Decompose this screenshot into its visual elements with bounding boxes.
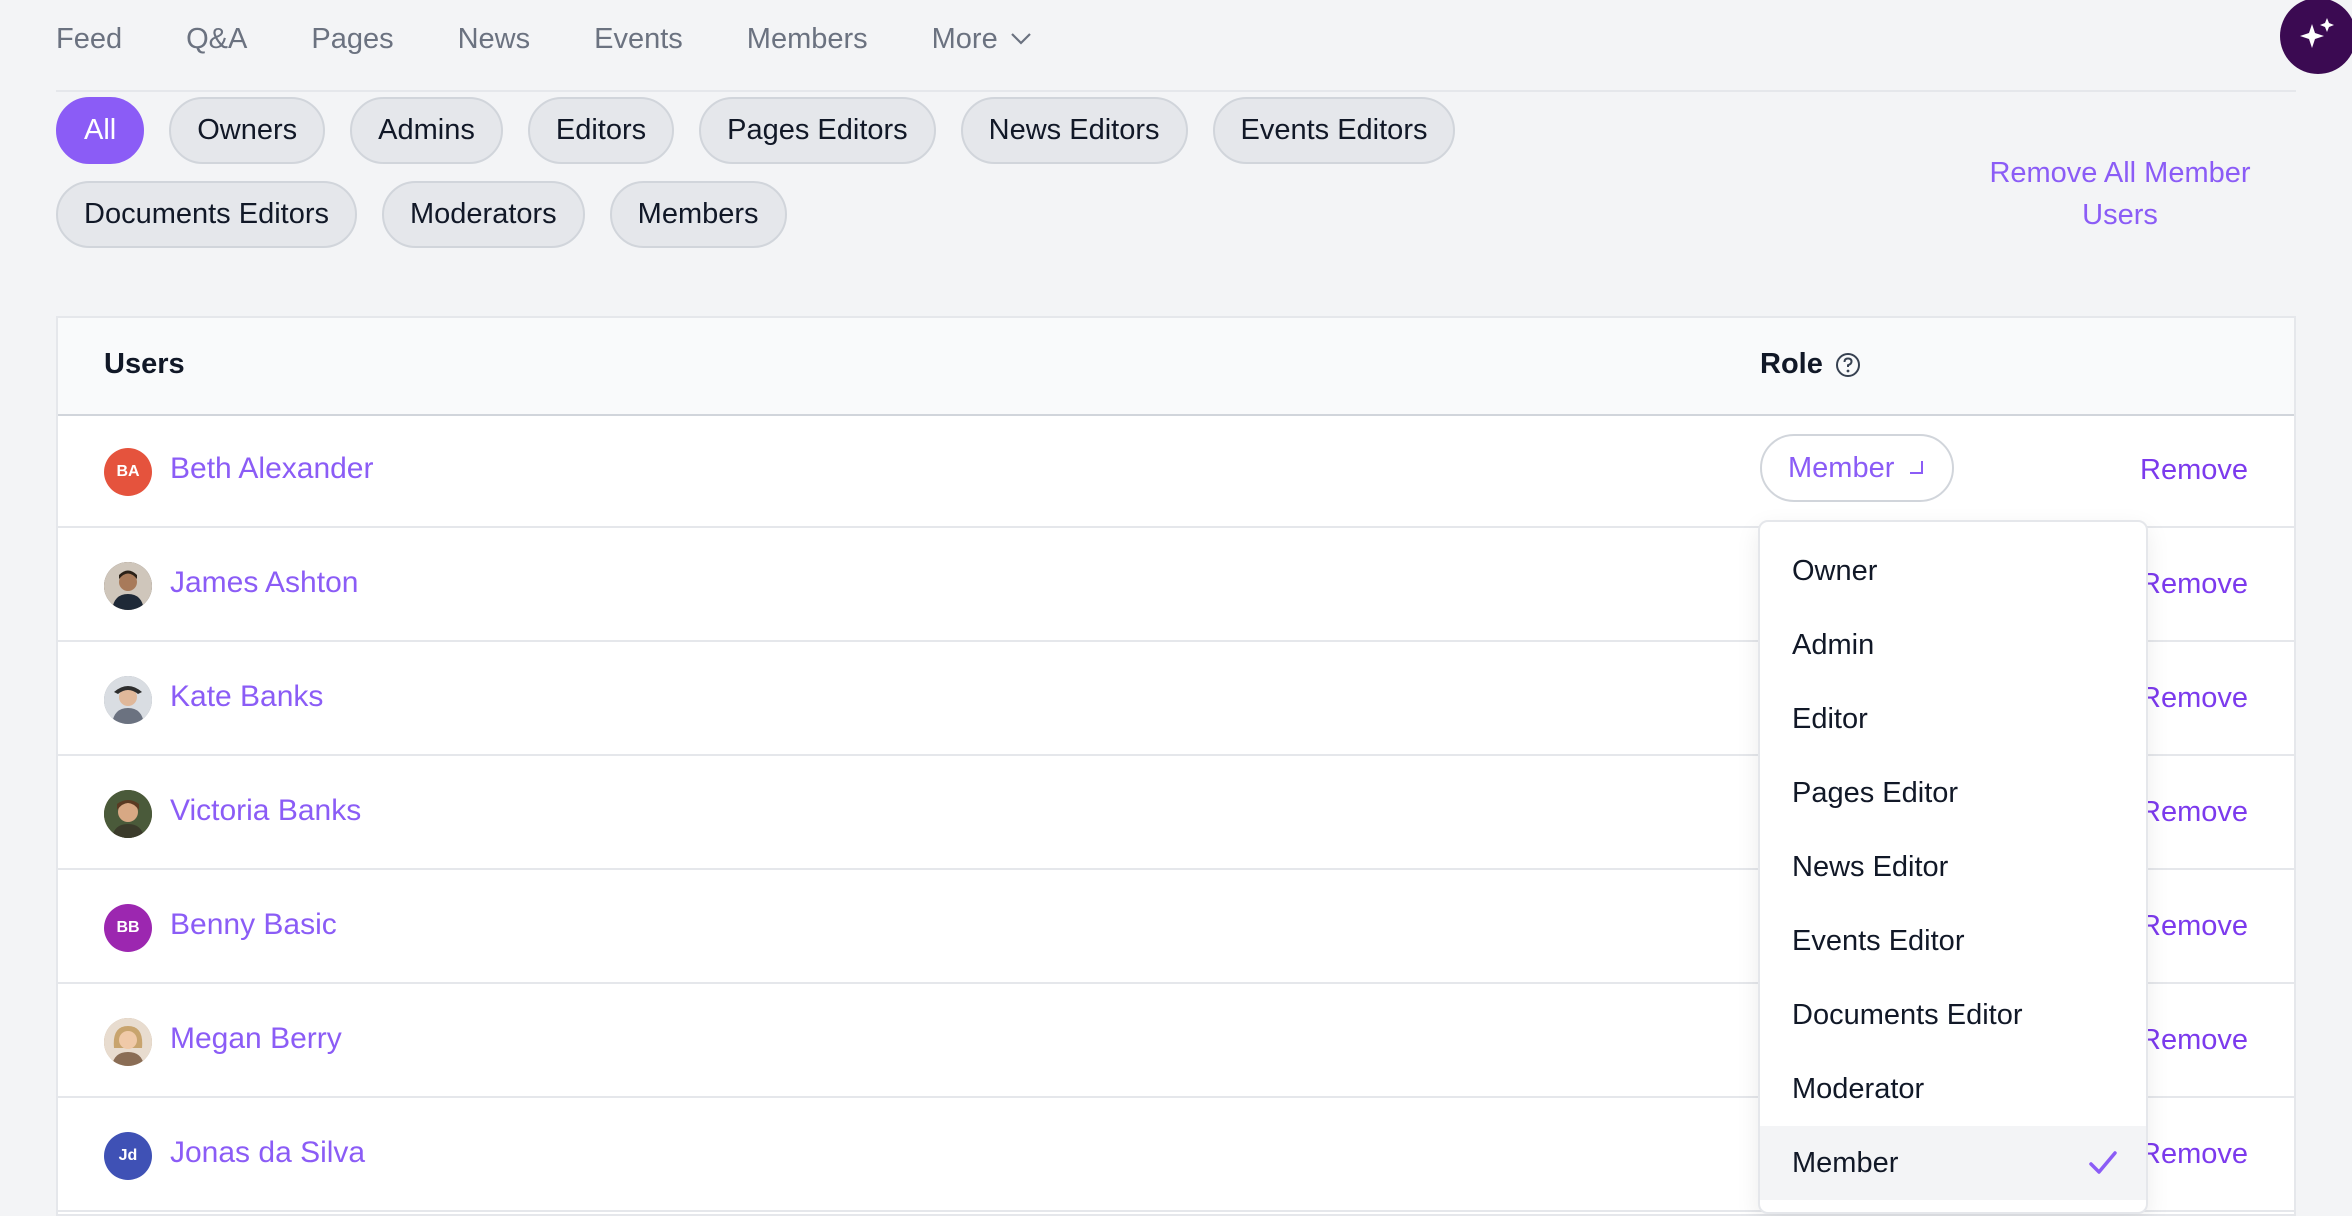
nav-item-news[interactable]: News: [458, 23, 531, 56]
help-icon[interactable]: [1835, 352, 1861, 378]
user-photo-icon: [104, 562, 152, 610]
remove-user-button[interactable]: Remove: [2140, 1138, 2248, 1171]
avatar: [104, 562, 152, 610]
remove-user-button[interactable]: Remove: [2140, 796, 2248, 829]
role-option-documents-editor[interactable]: Documents Editor: [1760, 978, 2146, 1052]
role-option-member[interactable]: Member: [1760, 1126, 2146, 1200]
role-option-moderator[interactable]: Moderator: [1760, 1052, 2146, 1126]
remove-user-button[interactable]: Remove: [2140, 910, 2248, 943]
user-photo-icon: [104, 676, 152, 724]
role-option-pages-editor[interactable]: Pages Editor: [1760, 756, 2146, 830]
avatar-initials: BB: [116, 919, 140, 936]
ai-assistant-button[interactable]: [2280, 0, 2352, 74]
user-name-link[interactable]: Megan Berry: [170, 1022, 342, 1056]
user-name-link[interactable]: Beth Alexander: [170, 452, 373, 486]
role-option-admin[interactable]: Admin: [1760, 608, 2146, 682]
role-select-value: Member: [1788, 451, 1895, 484]
remove-user-button[interactable]: Remove: [2140, 454, 2248, 487]
nav-item-qa[interactable]: Q&A: [186, 23, 247, 56]
filter-chip-members[interactable]: Members: [609, 181, 787, 248]
user-name-link[interactable]: Benny Basic: [170, 908, 337, 942]
role-option-member-label: Member: [1792, 1146, 1899, 1179]
role-option-owner[interactable]: Owner: [1760, 534, 2146, 608]
role-option-news-editor[interactable]: News Editor: [1760, 830, 2146, 904]
user-name-link[interactable]: Kate Banks: [170, 680, 323, 714]
column-header-role: Role: [1760, 348, 1861, 381]
column-header-role-label: Role: [1760, 348, 1823, 380]
filter-chip-moderators[interactable]: Moderators: [382, 181, 585, 248]
avatar-initials: BA: [116, 463, 140, 480]
sparkle-icon: [2300, 18, 2334, 48]
filter-chip-events-editors[interactable]: Events Editors: [1212, 97, 1456, 164]
top-nav: Feed Q&A Pages News Events Members More: [56, 0, 1096, 78]
nav-item-members[interactable]: Members: [747, 23, 868, 56]
nav-item-events[interactable]: Events: [594, 23, 683, 56]
nav-item-feed[interactable]: Feed: [56, 23, 122, 56]
avatar: BA: [104, 448, 152, 496]
avatar: Jd: [104, 1132, 152, 1180]
role-select-button[interactable]: Member: [1760, 434, 1955, 502]
table-row: BA Beth Alexander Member Remove: [58, 414, 2294, 528]
remove-user-button[interactable]: Remove: [2140, 682, 2248, 715]
avatar: [104, 1018, 152, 1066]
user-photo-icon: [104, 1018, 152, 1066]
nav-item-more[interactable]: More: [932, 23, 1032, 56]
chevron-down-icon: [1010, 33, 1031, 45]
remove-user-button[interactable]: Remove: [2140, 1024, 2248, 1057]
column-header-users: Users: [104, 348, 185, 380]
avatar: [104, 790, 152, 838]
filter-chip-owners[interactable]: Owners: [169, 97, 326, 164]
role-dropdown-menu: Owner Admin Editor Pages Editor News Edi…: [1758, 520, 2148, 1214]
dropdown-corner-icon: [1910, 461, 1924, 474]
checkmark-icon: [2089, 1151, 2117, 1174]
filter-chip-news-editors[interactable]: News Editors: [960, 97, 1188, 164]
avatar: BB: [104, 904, 152, 952]
remove-user-button[interactable]: Remove: [2140, 568, 2248, 601]
role-filter-chips: All Owners Admins Editors Pages Editors …: [56, 97, 1776, 248]
filter-chip-all[interactable]: All: [56, 97, 145, 164]
nav-divider: [56, 90, 2296, 92]
role-option-events-editor[interactable]: Events Editor: [1760, 904, 2146, 978]
nav-item-pages[interactable]: Pages: [311, 23, 393, 56]
filter-chip-pages-editors[interactable]: Pages Editors: [699, 97, 936, 164]
table-header: Users Role: [58, 318, 2294, 416]
user-name-link[interactable]: Victoria Banks: [170, 794, 361, 828]
user-name-link[interactable]: Jonas da Silva: [170, 1136, 365, 1170]
user-photo-icon: [104, 790, 152, 838]
user-name-link[interactable]: James Ashton: [170, 566, 358, 600]
nav-more-label: More: [931, 22, 998, 55]
avatar-initials: Jd: [118, 1147, 138, 1164]
filter-chip-admins[interactable]: Admins: [350, 97, 503, 164]
avatar: [104, 676, 152, 724]
filter-chip-documents-editors[interactable]: Documents Editors: [56, 181, 357, 248]
filter-chip-editors[interactable]: Editors: [527, 97, 675, 164]
remove-all-member-users-link[interactable]: Remove All Member Users: [1960, 152, 2280, 236]
role-option-editor[interactable]: Editor: [1760, 682, 2146, 756]
